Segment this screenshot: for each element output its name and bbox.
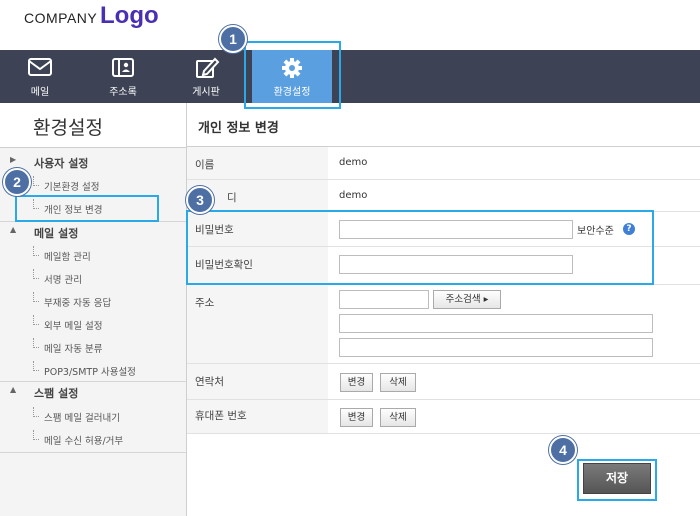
- address-line2-input[interactable]: [339, 338, 653, 357]
- highlight-save-button: [577, 459, 657, 501]
- sidebar-item-label: POP3/SMTP 사용설정: [44, 367, 136, 378]
- row-mobile: 휴대폰 번호 변경 삭제: [187, 400, 700, 434]
- mobile-change-button[interactable]: 변경: [340, 408, 373, 427]
- name-label: 이름: [195, 159, 215, 171]
- id-label: 디: [227, 192, 237, 204]
- address-search-button[interactable]: 주소검색 ▸: [433, 290, 501, 309]
- tree-line: [33, 361, 39, 371]
- sidebar-item-auto-reply[interactable]: 부재중 자동 응답: [0, 290, 186, 312]
- nav-label-board: 게시판: [192, 87, 220, 98]
- page-title: 개인 정보 변경: [198, 121, 279, 136]
- sidebar-item-signature[interactable]: 서명 관리: [0, 267, 186, 289]
- sidebar-item-label: 메일 자동 분류: [44, 344, 103, 355]
- row-address: 주소 주소검색 ▸: [187, 285, 700, 364]
- mail-icon: [28, 58, 52, 76]
- address-book-icon: [112, 58, 134, 77]
- sidebar-item-pop3-smtp[interactable]: POP3/SMTP 사용설정: [0, 359, 186, 381]
- name-value: demo: [339, 157, 368, 168]
- mobile-delete-button[interactable]: 삭제: [380, 408, 416, 427]
- highlight-password-rows: [186, 210, 654, 285]
- sidebar-section-label: 스팸 설정: [34, 387, 79, 400]
- row-label-cell: 주소: [187, 285, 328, 363]
- contact-delete-button[interactable]: 삭제: [380, 373, 416, 392]
- edit-icon: [196, 57, 220, 78]
- divider: [0, 452, 186, 453]
- sidebar-title: 환경설정: [33, 117, 103, 139]
- row-id: 디 demo: [187, 180, 700, 212]
- chevron-up-icon: ▲: [10, 385, 17, 394]
- sidebar-item-spam-filter[interactable]: 스팸 메일 걸러내기: [0, 405, 186, 427]
- row-label-cell: 휴대폰 번호: [187, 400, 328, 433]
- highlight-personal-info: [15, 195, 159, 222]
- sidebar-section-label: 메일 설정: [34, 227, 79, 240]
- address-label: 주소: [195, 297, 215, 309]
- tree-line: [33, 269, 39, 279]
- mobile-label: 휴대폰 번호: [195, 410, 247, 422]
- highlight-settings-tab: [244, 41, 341, 109]
- id-value: demo: [339, 190, 368, 201]
- nav-item-board[interactable]: 게시판: [166, 50, 246, 103]
- sidebar-item-external-mail[interactable]: 외부 메일 설정: [0, 313, 186, 335]
- nav-item-address-book[interactable]: 주소록: [83, 50, 163, 103]
- address-line1-input[interactable]: [339, 314, 653, 333]
- row-label-cell: 연락처: [187, 364, 328, 399]
- sidebar-item-label: 스팸 메일 걸러내기: [44, 413, 120, 424]
- sidebar-item-allow-block[interactable]: 메일 수신 허용/거부: [0, 428, 186, 450]
- tree-line: [33, 176, 39, 186]
- row-label-cell: 이름: [187, 147, 328, 179]
- sidebar-section-spam[interactable]: ▲ 스팸 설정: [0, 381, 186, 403]
- sidebar-item-label: 외부 메일 설정: [44, 321, 103, 332]
- tree-line: [33, 315, 39, 325]
- contact-change-button[interactable]: 변경: [340, 373, 373, 392]
- zipcode-input[interactable]: [339, 290, 429, 309]
- callout-badge-2: 2: [3, 168, 31, 196]
- sidebar-item-label: 기본환경 설정: [44, 182, 100, 193]
- company-logo[interactable]: Logo: [100, 2, 159, 30]
- callout-badge-4: 4: [549, 436, 577, 464]
- nav-item-mail[interactable]: 메일: [0, 50, 80, 103]
- chevron-right-icon: ▶: [10, 155, 17, 164]
- sidebar-item-label: 메일함 관리: [44, 252, 91, 263]
- sidebar-item-label: 메일 수신 허용/거부: [44, 436, 124, 447]
- sidebar-section-label: 사용자 설정: [34, 157, 89, 170]
- nav-label-mail: 메일: [30, 87, 50, 98]
- tree-line: [33, 338, 39, 348]
- callout-badge-1: 1: [219, 25, 247, 53]
- chevron-up-icon: ▲: [10, 225, 17, 234]
- callout-badge-3: 3: [186, 186, 214, 214]
- sidebar-title-box: 환경설정: [0, 103, 186, 148]
- row-contact: 연락처 변경 삭제: [187, 364, 700, 400]
- sidebar-item-label: 부재중 자동 응답: [44, 298, 112, 309]
- sidebar-item-mailbox[interactable]: 메일함 관리: [0, 244, 186, 266]
- tree-line: [33, 430, 39, 440]
- sidebar-section-user[interactable]: ▶ 사용자 설정: [0, 151, 186, 173]
- company-text: COMPANY: [24, 10, 98, 26]
- header: COMPANY Logo: [0, 0, 700, 50]
- tree-line: [33, 407, 39, 417]
- tree-line: [33, 246, 39, 256]
- sidebar-section-mail[interactable]: ▲ 메일 설정: [0, 221, 186, 243]
- sidebar-item-label: 서명 관리: [44, 275, 82, 286]
- sidebar: 환경설정 ▶ 사용자 설정 기본환경 설정 개인 정보 변경 ▲ 메일 설정 메…: [0, 103, 187, 516]
- tree-line: [33, 292, 39, 302]
- top-nav: 메일 주소록 게시판 환경설정: [0, 50, 700, 103]
- nav-label-address-book: 주소록: [109, 87, 137, 98]
- sidebar-item-auto-sort[interactable]: 메일 자동 분류: [0, 336, 186, 358]
- row-name: 이름 demo: [187, 147, 700, 180]
- contact-label: 연락처: [195, 376, 224, 388]
